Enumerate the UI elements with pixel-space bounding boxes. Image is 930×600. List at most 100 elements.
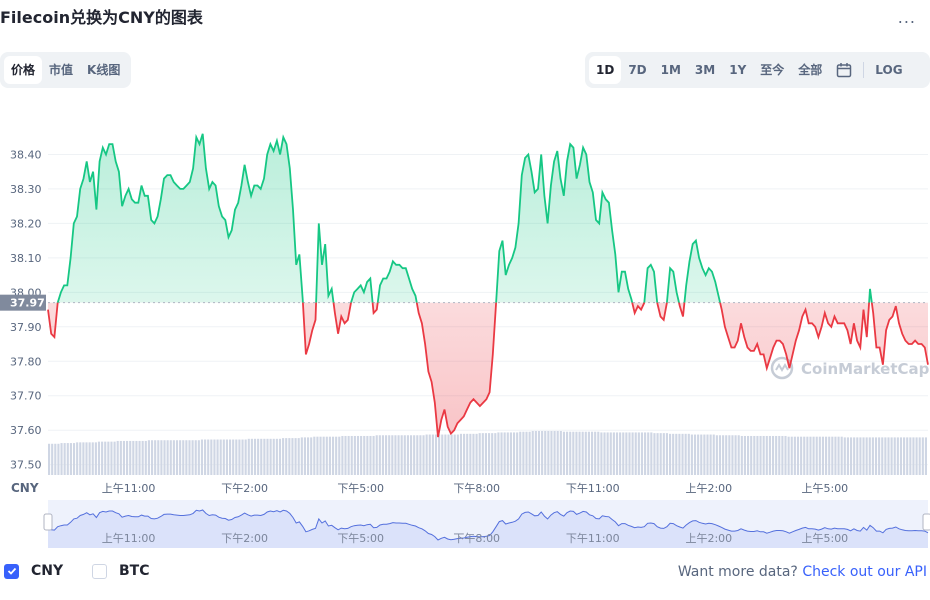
volume-bar [531, 431, 534, 475]
volume-bar [388, 435, 391, 475]
range-ytd[interactable]: 至今 [753, 56, 791, 84]
volume-bar [653, 433, 656, 475]
volume-bar [828, 436, 831, 475]
volume-bar [119, 440, 122, 475]
volume-bar [865, 437, 868, 475]
range-7d[interactable]: 7D [621, 56, 653, 84]
volume-bar [160, 440, 163, 475]
volume-bar [562, 431, 566, 475]
volume-bar [631, 432, 634, 475]
btc-checkbox[interactable] [92, 563, 107, 579]
volume-bar [478, 433, 481, 475]
volume-bar [409, 435, 413, 475]
volume-bar [706, 434, 709, 475]
volume-bar [225, 439, 228, 475]
volume-bar [228, 439, 232, 475]
volume-bar [640, 432, 644, 475]
cny-checkbox[interactable] [4, 563, 19, 579]
volume-bar [291, 438, 294, 475]
volume-bar [849, 437, 853, 475]
tab-price[interactable]: 价格 [4, 56, 43, 84]
volume-bar [893, 437, 896, 475]
volume-bar [51, 443, 54, 475]
volume-bar [678, 433, 681, 475]
volume-bar [656, 433, 659, 475]
volume-bar [97, 441, 101, 475]
volume-bar [54, 443, 57, 475]
volume-bar [921, 437, 924, 475]
volume-bar [104, 441, 107, 475]
volume-bar [79, 442, 82, 475]
volume-bar [581, 431, 584, 475]
volume-bar [612, 432, 615, 475]
log-scale-toggle[interactable]: LOG [868, 56, 909, 84]
volume-bar [700, 434, 703, 475]
volume-bar [431, 434, 434, 475]
api-link[interactable]: Check out our API [802, 564, 927, 580]
navigator-left-handle[interactable] [43, 513, 53, 531]
page-title: Filecoin兑换为CNY的图表 [0, 8, 203, 27]
volume-bar [185, 440, 188, 475]
volume-bar [428, 434, 431, 475]
time-navigator[interactable]: 上午11:00 下午2:00 下午5:00 下午8:00 下午11:00 上午2:00 上午… [43, 500, 930, 548]
volume-bar [216, 439, 219, 475]
volume-bar [463, 433, 466, 475]
navigator-right-handle[interactable] [922, 513, 930, 531]
volume-bar [141, 440, 144, 475]
volume-bar [456, 434, 459, 475]
navigator-tick-label: 下午2:00 [221, 532, 268, 545]
range-1d[interactable]: 1D [589, 56, 622, 84]
volume-bar [506, 432, 509, 475]
y-tick-label: 38.10 [10, 252, 42, 265]
volume-bar [488, 433, 491, 475]
volume-bar [335, 436, 338, 475]
volume-bar [366, 435, 369, 475]
volume-bar [466, 433, 469, 475]
range-1y[interactable]: 1Y [722, 56, 753, 84]
more-options-button[interactable]: ... [898, 8, 916, 27]
volume-bars [48, 431, 927, 475]
volume-bar [316, 436, 319, 475]
volume-bar [525, 431, 528, 475]
volume-bar [353, 435, 356, 475]
legend-cny[interactable]: CNY [4, 563, 63, 579]
volume-bar [266, 438, 269, 475]
volume-bar [578, 431, 581, 475]
y-axis-unit: CNY [11, 481, 39, 495]
x-tick-label: 下午8:00 [453, 482, 500, 495]
price-area [48, 133, 928, 438]
volume-bar [778, 435, 781, 475]
volume-bar [129, 440, 132, 475]
volume-bar [569, 431, 572, 475]
volume-bar [516, 432, 519, 475]
tab-market-cap[interactable]: 市值 [42, 56, 80, 84]
volume-bar [341, 435, 344, 475]
volume-bar [135, 440, 138, 475]
range-3m[interactable]: 3M [688, 56, 722, 84]
range-1m[interactable]: 1M [654, 56, 688, 84]
legend-btc[interactable]: BTC [92, 563, 150, 579]
volume-bar [210, 439, 213, 475]
volume-bar [853, 437, 856, 475]
range-all[interactable]: 全部 [791, 56, 829, 84]
volume-bar [647, 432, 650, 475]
volume-bar [728, 435, 731, 475]
volume-bar [503, 432, 506, 475]
range-tabs: 1D 7D 1M 3M 1Y 至今 全部 LOG [585, 52, 930, 88]
volume-bar [715, 435, 718, 475]
volume-bar [438, 434, 441, 475]
volume-bar [665, 433, 668, 475]
volume-bar [325, 436, 328, 475]
volume-bar [684, 433, 687, 475]
volume-bar [385, 435, 388, 475]
calendar-icon[interactable] [829, 56, 859, 84]
price-chart[interactable]: CoinMarketCap 38.4038.3038.2038.1038.003… [0, 100, 930, 555]
volume-bar [722, 435, 725, 475]
volume-bar [790, 436, 793, 475]
volume-bar [419, 435, 422, 475]
volume-bar [541, 431, 544, 475]
tab-candlestick[interactable]: K线图 [80, 56, 127, 84]
volume-bar [600, 432, 603, 475]
volume-bar [734, 435, 737, 475]
volume-bar [834, 436, 837, 475]
